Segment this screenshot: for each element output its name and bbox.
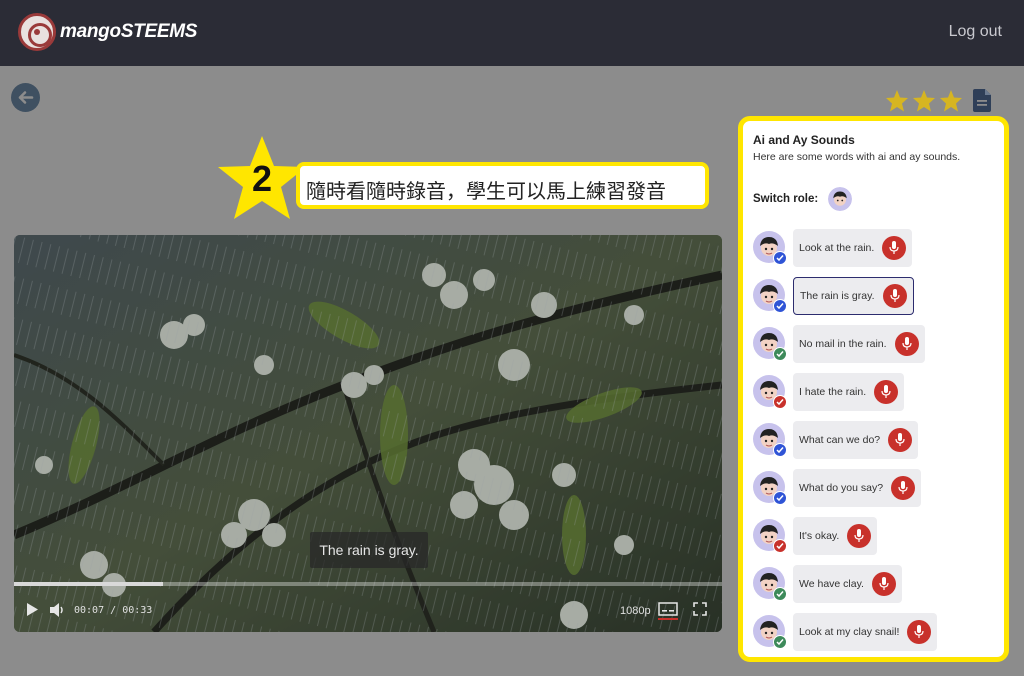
logo-icon [18,13,56,51]
dialogue-text: I hate the rain. [799,386,867,398]
switch-role-avatar[interactable] [828,187,853,211]
play-icon[interactable] [26,603,38,619]
arrow-left-icon [18,91,34,104]
microphone-icon[interactable] [874,380,899,404]
microphone-icon[interactable] [882,284,907,308]
microphone-icon[interactable] [882,236,907,260]
dialogue-bubble[interactable]: Look at my clay snail! [793,613,938,651]
star-icon [912,89,939,116]
blue-check-icon [773,251,787,265]
dialogue-line: The rain is gray. [753,277,1003,325]
dialogue-text: The rain is gray. [800,290,875,302]
switch-role-label: Switch role: [753,193,819,205]
fullscreen-icon[interactable] [693,602,707,619]
dialogue-panel: Ai and Ay Sounds Here are some words wit… [738,116,1009,662]
dialogue-bubble[interactable]: We have clay. [793,565,902,603]
logo[interactable]: mangoSTEEMS [18,13,197,51]
video-player[interactable] [14,235,722,632]
current-time: 00:07 [74,605,105,616]
star-icon [939,89,966,116]
dialogue-line: No mail in the rain. [753,325,1003,373]
video-frame [14,235,722,632]
dialogue-text: Look at the rain. [799,242,875,254]
microphone-icon[interactable] [894,332,919,356]
dialogue-bubble[interactable]: It's okay. [793,517,878,555]
blue-check-icon [773,491,787,505]
dialogue-line: Look at my clay snail! [753,613,1003,657]
logout-link[interactable]: Log out [949,23,1002,41]
logo-text: mangoSTEEMS [60,21,198,42]
duration: 00:33 [122,605,153,616]
red-check-icon [773,539,787,553]
microphone-icon[interactable] [847,524,872,548]
switch-role-row: Switch role: [753,187,853,211]
annotation-text: 隨時看隨時錄音，學生可以馬上練習發音 [296,162,709,209]
document-icon[interactable] [973,89,991,117]
green-check-icon [773,587,787,601]
video-progress-fill [14,582,163,586]
green-check-icon [773,347,787,361]
dialogue-text: We have clay. [799,578,864,590]
microphone-icon[interactable] [891,476,916,500]
blue-check-icon [773,299,787,313]
green-check-icon [773,635,787,649]
dialogue-lines: Look at the rain. The rain is gray. No mai… [753,229,1003,657]
dialogue-bubble[interactable]: No mail in the rain. [793,325,925,363]
microphone-icon[interactable] [871,572,896,596]
dialogue-bubble[interactable]: What can we do? [793,421,919,459]
dialogue-text: What can we do? [799,434,881,446]
annotation-number: 2 [251,158,273,199]
dialogue-bubble[interactable]: I hate the rain. [793,373,905,411]
rating-stars [885,89,966,116]
microphone-icon[interactable] [907,620,932,644]
dialogue-text: What do you say? [799,482,884,494]
video-controls: 00:07 / 00:33 1080p [14,598,722,624]
dialogue-bubble[interactable]: The rain is gray. [793,277,914,315]
dialogue-bubble[interactable]: What do you say? [793,469,922,507]
video-caption: The rain is gray. [310,532,428,568]
quality-selector[interactable]: 1080p [620,605,651,617]
video-progress-bar[interactable] [14,582,722,586]
star-icon [885,89,912,116]
dialogue-line: Look at the rain. [753,229,1003,277]
captions-icon[interactable] [658,602,678,623]
microphone-icon[interactable] [888,428,913,452]
dialogue-bubble[interactable]: Look at the rain. [793,229,913,267]
dialogue-text: It's okay. [799,530,840,542]
dialogue-line: I hate the rain. [753,373,1003,421]
panel-title: Ai and Ay Sounds [753,133,855,147]
dialogue-text: Look at my clay snail! [799,626,900,638]
dialogue-line: What do you say? [753,469,1003,517]
dialogue-line: It's okay. [753,517,1003,565]
red-check-icon [773,395,787,409]
panel-subtitle: Here are some words with ai and ay sound… [753,151,961,163]
blue-check-icon [773,443,787,457]
dialogue-line: What can we do? [753,421,1003,469]
top-bar: mangoSTEEMS Log out [0,0,1024,66]
dialogue-line: We have clay. [753,565,1003,613]
time-separator: / [110,605,117,616]
dialogue-text: No mail in the rain. [799,338,887,350]
video-time: 00:07 / 00:33 [74,605,152,616]
back-button[interactable] [11,83,40,112]
volume-icon[interactable] [50,603,66,620]
